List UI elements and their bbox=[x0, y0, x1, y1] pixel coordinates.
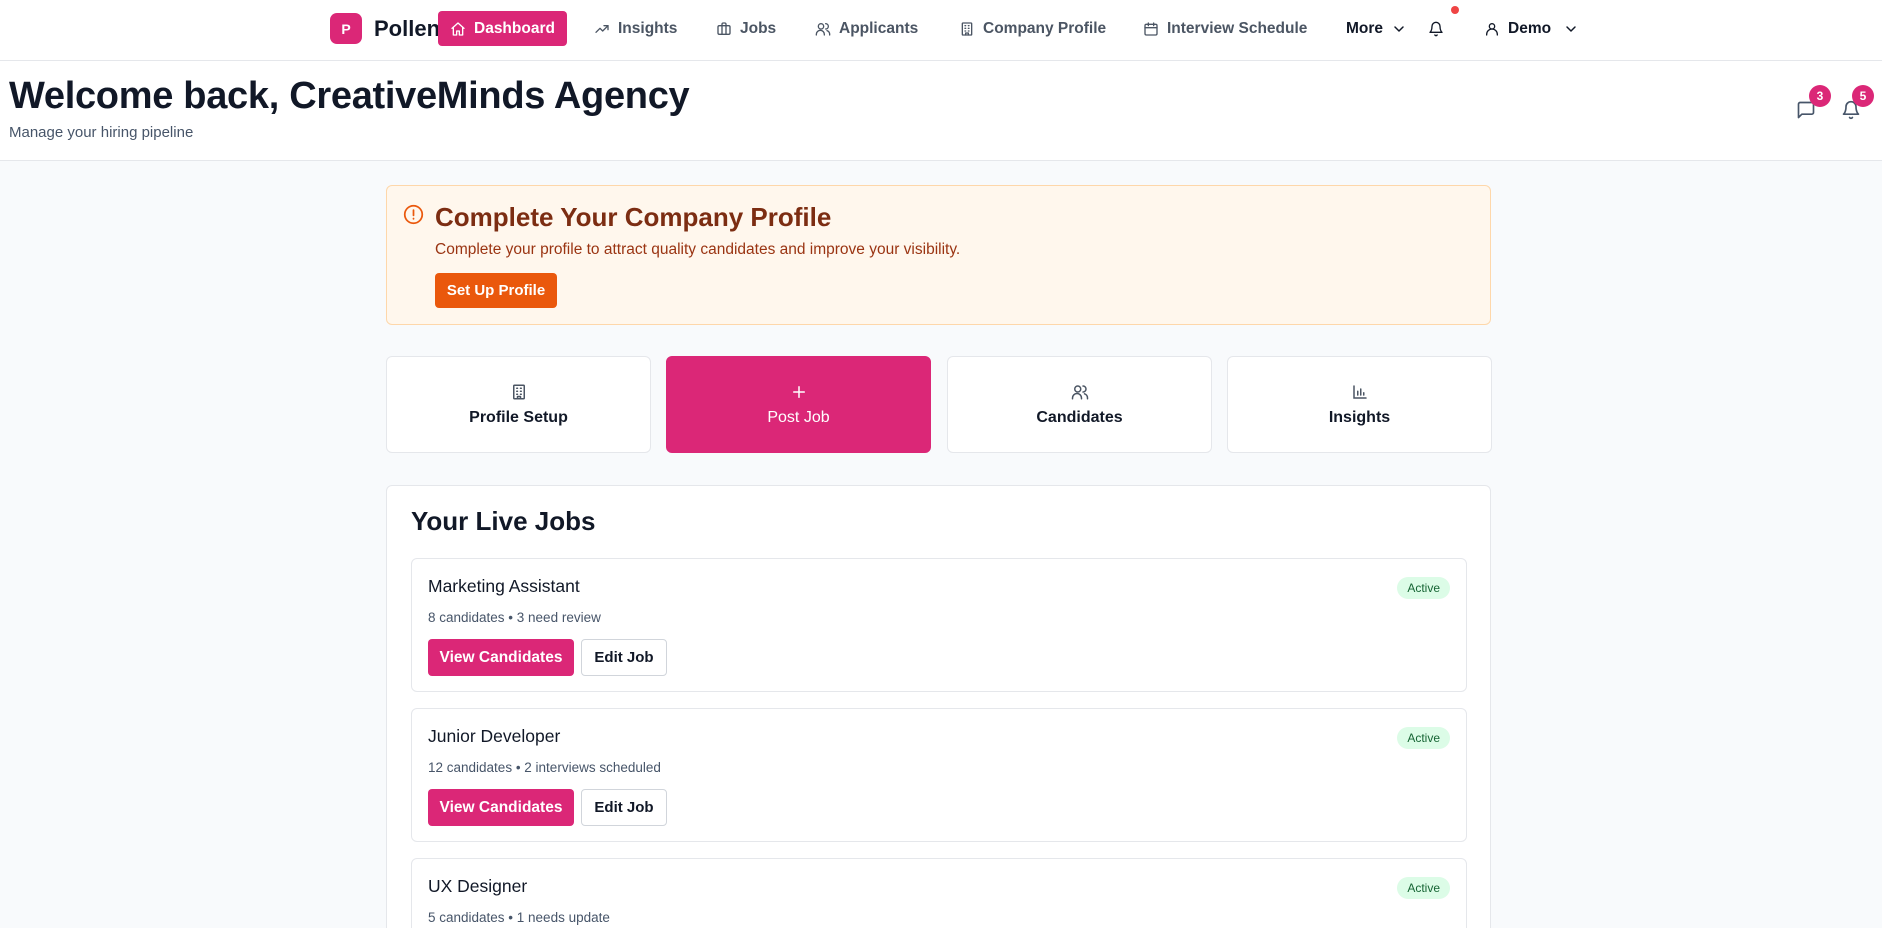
quick-action-label: Candidates bbox=[1036, 408, 1123, 426]
chevron-down-icon bbox=[1563, 21, 1579, 37]
job-card: Marketing Assistant Active 8 candidates … bbox=[411, 558, 1467, 692]
nav-jobs-label: Jobs bbox=[740, 19, 777, 37]
trending-up-icon bbox=[594, 21, 610, 37]
nav-company-profile[interactable]: Company Profile bbox=[947, 11, 1118, 46]
nav-notifications-button[interactable] bbox=[1422, 11, 1450, 46]
nav-interview-schedule-label: Interview Schedule bbox=[1167, 19, 1308, 37]
quick-action-label: Profile Setup bbox=[469, 408, 568, 426]
user-icon bbox=[1484, 21, 1500, 37]
edit-job-button[interactable]: Edit Job bbox=[581, 789, 667, 826]
brand[interactable]: P Pollen bbox=[330, 13, 440, 44]
status-badge: Active bbox=[1397, 727, 1450, 749]
nav-dashboard[interactable]: Dashboard bbox=[438, 11, 567, 46]
page-header: Welcome back, CreativeMinds Agency Manag… bbox=[0, 61, 1882, 161]
job-title: Junior Developer bbox=[428, 726, 561, 746]
page-title: Welcome back, CreativeMinds Agency bbox=[9, 75, 690, 117]
nav-company-profile-label: Company Profile bbox=[983, 19, 1107, 37]
view-candidates-button[interactable]: View Candidates bbox=[428, 789, 574, 826]
quick-action-profile-setup[interactable]: Profile Setup bbox=[386, 356, 651, 453]
plus-icon bbox=[790, 383, 808, 401]
job-meta: 8 candidates • 3 need review bbox=[428, 610, 601, 625]
building-icon bbox=[959, 21, 975, 37]
notifications-badge: 5 bbox=[1852, 85, 1874, 107]
profile-completion-banner: Complete Your Company Profile Complete y… bbox=[386, 185, 1491, 325]
notification-dot bbox=[1451, 6, 1459, 14]
nav-dashboard-label: Dashboard bbox=[474, 19, 555, 37]
quick-action-candidates[interactable]: Candidates bbox=[947, 356, 1212, 453]
user-name: Demo bbox=[1508, 19, 1552, 37]
messages-badge: 3 bbox=[1809, 85, 1831, 107]
job-card: UX Designer Active 5 candidates • 1 need… bbox=[411, 858, 1467, 928]
quick-action-insights[interactable]: Insights bbox=[1227, 356, 1492, 453]
job-card: Junior Developer Active 12 candidates • … bbox=[411, 708, 1467, 842]
banner-text: Complete your profile to attract quality… bbox=[435, 241, 961, 258]
nav-insights-label: Insights bbox=[618, 19, 678, 37]
job-title: UX Designer bbox=[428, 876, 528, 896]
set-up-profile-button[interactable]: Set Up Profile bbox=[435, 273, 557, 308]
status-badge: Active bbox=[1397, 577, 1450, 599]
briefcase-icon bbox=[716, 21, 732, 37]
chevron-down-icon bbox=[1391, 21, 1407, 37]
job-title: Marketing Assistant bbox=[428, 576, 580, 596]
quick-action-label: Post Job bbox=[767, 408, 830, 426]
user-menu[interactable]: Demo bbox=[1472, 11, 1591, 46]
nav-applicants-label: Applicants bbox=[839, 19, 919, 37]
live-jobs-panel: Your Live Jobs Marketing Assistant Activ… bbox=[386, 485, 1491, 928]
bell-icon bbox=[1428, 21, 1444, 37]
brand-name: Pollen bbox=[374, 16, 441, 41]
alert-circle-icon bbox=[403, 204, 424, 225]
live-jobs-title: Your Live Jobs bbox=[411, 506, 596, 536]
users-icon bbox=[1071, 383, 1089, 401]
quick-action-label: Insights bbox=[1328, 408, 1391, 426]
building-icon bbox=[510, 383, 528, 401]
home-icon bbox=[450, 21, 466, 37]
nav-applicants[interactable]: Applicants bbox=[803, 11, 930, 46]
calendar-icon bbox=[1143, 21, 1159, 37]
status-badge: Active bbox=[1397, 877, 1450, 899]
job-meta: 5 candidates • 1 needs update bbox=[428, 910, 610, 925]
view-candidates-button[interactable]: View Candidates bbox=[428, 639, 574, 676]
nav-interview-schedule[interactable]: Interview Schedule bbox=[1131, 11, 1319, 46]
quick-action-post-job[interactable]: Post Job bbox=[666, 356, 931, 453]
nav-insights[interactable]: Insights bbox=[582, 11, 689, 46]
page-subtitle: Manage your hiring pipeline bbox=[9, 124, 194, 141]
bar-chart-icon bbox=[1351, 383, 1369, 401]
edit-job-button[interactable]: Edit Job bbox=[581, 639, 667, 676]
nav-jobs[interactable]: Jobs bbox=[704, 11, 788, 46]
job-meta: 12 candidates • 2 interviews scheduled bbox=[428, 760, 661, 775]
brand-logo: P bbox=[330, 13, 362, 44]
nav-more-label: More bbox=[1346, 19, 1384, 37]
banner-title: Complete Your Company Profile bbox=[435, 202, 832, 232]
users-icon bbox=[815, 21, 831, 37]
top-navbar: P Pollen Dashboard Insights Jobs Applica… bbox=[0, 0, 1882, 61]
nav-more-dropdown[interactable]: More bbox=[1334, 11, 1419, 46]
